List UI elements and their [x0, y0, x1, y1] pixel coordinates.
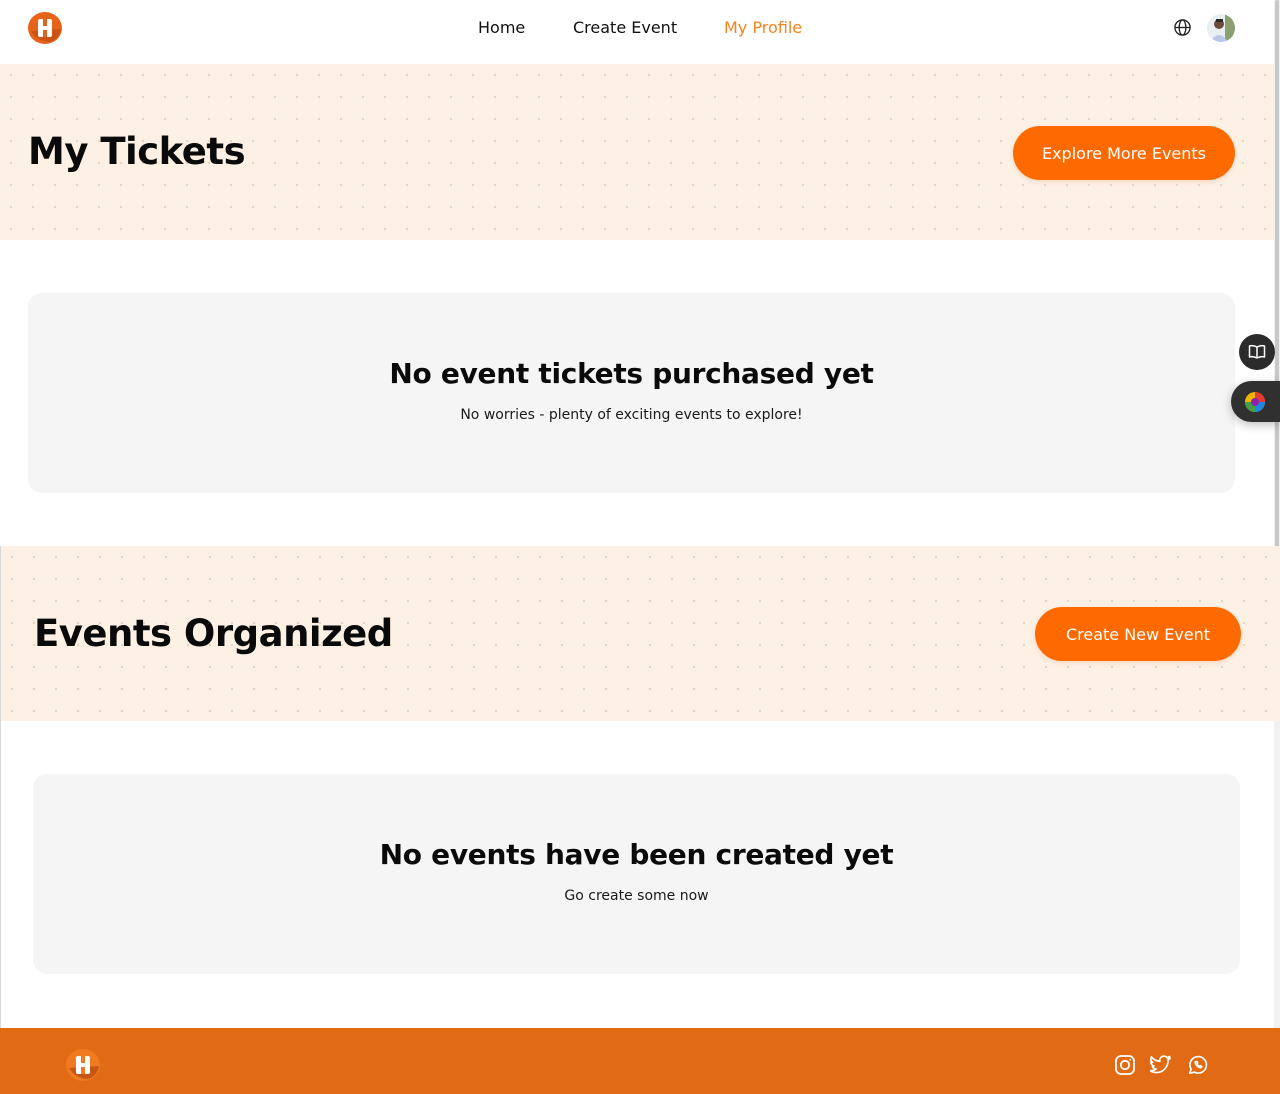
nav-my-profile[interactable]: My Profile — [724, 18, 802, 37]
content-border — [0, 721, 1, 1028]
organized-hero: Events Organized Create New Event — [0, 546, 1280, 721]
twitter-icon[interactable] — [1149, 1054, 1172, 1076]
globe-icon[interactable] — [1173, 18, 1192, 37]
tickets-hero: My Tickets Explore More Events — [0, 64, 1274, 240]
instagram-icon[interactable] — [1114, 1054, 1136, 1076]
create-new-event-button[interactable]: Create New Event — [1035, 607, 1241, 661]
tickets-empty-text: No worries - plenty of exciting events t… — [460, 407, 803, 423]
site-header: Home Create Event My Profile — [0, 0, 1274, 64]
user-avatar[interactable] — [1207, 14, 1235, 42]
main-nav: Home Create Event My Profile — [0, 18, 1274, 38]
color-palette-icon[interactable] — [1231, 381, 1280, 422]
whatsapp-icon[interactable] — [1187, 1054, 1209, 1076]
organized-empty-title: No events have been created yet — [379, 838, 894, 871]
site-footer — [0, 1028, 1280, 1094]
tickets-empty-title: No event tickets purchased yet — [389, 357, 874, 390]
nav-home[interactable]: Home — [478, 18, 525, 37]
organized-title: Events Organized — [34, 612, 393, 655]
organized-empty-card: No events have been created yet Go creat… — [33, 774, 1240, 974]
tickets-empty-card: No event tickets purchased yet No worrie… — [28, 293, 1235, 493]
tickets-title: My Tickets — [28, 130, 246, 173]
nav-create-event[interactable]: Create Event — [573, 18, 677, 37]
organized-empty-text: Go create some now — [564, 888, 709, 904]
book-open-icon[interactable] — [1239, 334, 1275, 370]
explore-events-button[interactable]: Explore More Events — [1013, 126, 1235, 180]
scrollbar-thumb[interactable] — [1275, 0, 1279, 562]
footer-logo[interactable] — [65, 1048, 101, 1082]
